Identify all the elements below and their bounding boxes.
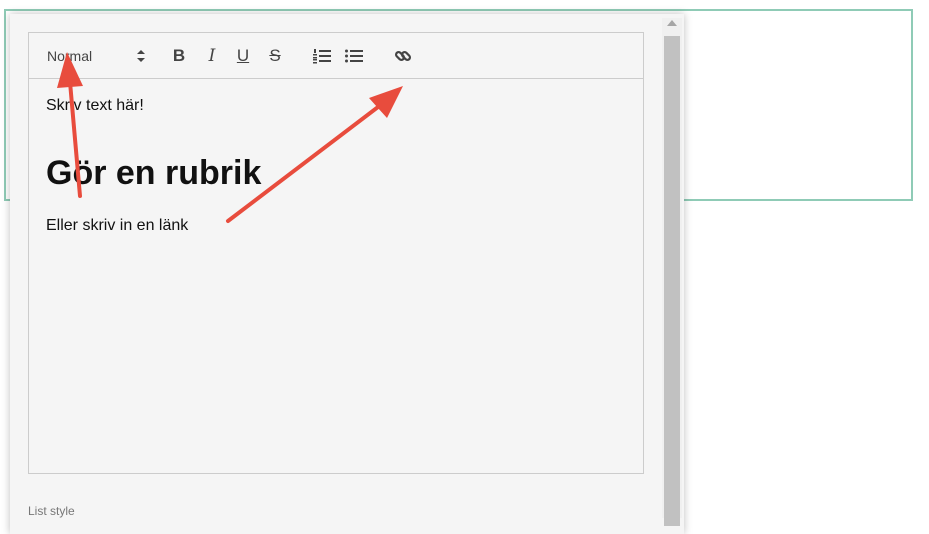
- strikethrough-button[interactable]: S: [265, 45, 285, 67]
- format-select[interactable]: Normal: [47, 45, 145, 67]
- scroll-up-arrow-icon[interactable]: [667, 20, 677, 26]
- underline-button[interactable]: U: [233, 45, 253, 67]
- bold-button[interactable]: B: [169, 45, 189, 67]
- bullet-list-icon: [345, 49, 363, 63]
- bullet-list-button[interactable]: [343, 45, 365, 67]
- italic-icon: I: [208, 46, 216, 66]
- link-button[interactable]: [391, 45, 415, 67]
- ordered-list-icon: [313, 49, 331, 64]
- editor-toolbar: Normal B I U S: [29, 33, 643, 79]
- paragraph-text-link: Eller skriv in en länk: [46, 217, 189, 234]
- format-select-value: Normal: [47, 48, 93, 64]
- heading-text: Gör en rubrik: [46, 154, 262, 192]
- italic-button[interactable]: I: [202, 45, 222, 67]
- vertical-scrollbar[interactable]: [662, 18, 682, 526]
- underline-icon: U: [236, 46, 250, 65]
- ordered-list-button[interactable]: [311, 45, 333, 67]
- strikethrough-icon: S: [269, 46, 281, 65]
- paragraph-text: Skriv text här!: [46, 97, 144, 114]
- select-arrows-icon: [137, 50, 145, 62]
- scrollbar-thumb[interactable]: [664, 36, 680, 526]
- link-icon: [394, 50, 412, 62]
- bold-icon: B: [172, 46, 186, 65]
- list-style-label: List style: [28, 504, 75, 518]
